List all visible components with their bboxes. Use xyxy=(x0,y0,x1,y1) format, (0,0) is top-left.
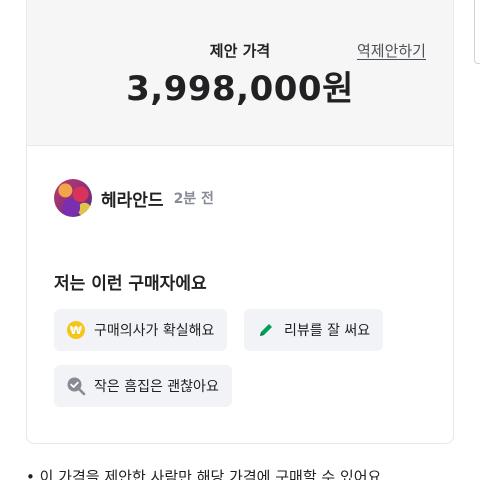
won-coin-icon: ₩ xyxy=(66,320,86,340)
buyer-name[interactable]: 헤라안드 xyxy=(101,186,164,211)
counter-offer-link[interactable]: 역제안하기 xyxy=(357,40,426,61)
offer-time: 2분 전 xyxy=(173,191,214,207)
scrollbar-edge xyxy=(474,0,480,64)
trait-badge-label: 작은 흠집은 괜찮아요 xyxy=(94,379,219,395)
buyer-traits-title: 저는 이런 구매자에요 xyxy=(54,274,207,294)
trait-badge-sure-buyer: ₩ 구매의사가 확실해요 xyxy=(54,309,228,351)
trait-badge-label: 리뷰를 잘 써요 xyxy=(284,323,371,339)
price-value: 3,998,000원 xyxy=(126,69,354,109)
buyer-row: 헤라안드 2분 전 xyxy=(54,178,214,218)
pencil-icon xyxy=(256,320,276,340)
magnifier-check-icon xyxy=(66,376,86,396)
price-panel: 제안 가격 역제안하기 3,998,000원 xyxy=(27,0,453,146)
trait-badge-good-reviewer: 리뷰를 잘 써요 xyxy=(244,309,384,351)
trait-badge-scratch-ok: 작은 흠집은 괜찮아요 xyxy=(54,365,232,407)
avatar[interactable] xyxy=(54,179,92,217)
offer-note: • 이 가격을 제안한 사람만 해당 가격에 구매할 수 있어요 xyxy=(26,468,382,480)
offer-card: 제안 가격 역제안하기 3,998,000원 헤라안드 2분 전 저는 이런 구… xyxy=(26,0,454,444)
trait-badge-label: 구매의사가 확실해요 xyxy=(94,323,215,339)
